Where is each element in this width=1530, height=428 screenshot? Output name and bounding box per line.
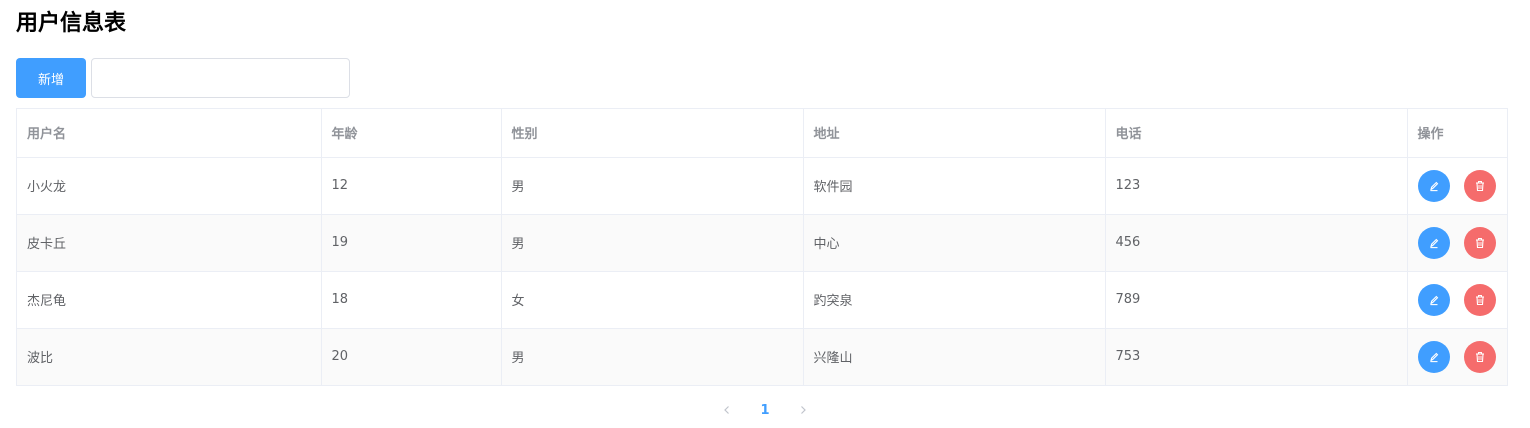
edit-icon xyxy=(1429,352,1438,362)
cell-address: 兴隆山 xyxy=(803,328,1106,385)
column-header-gender: 性别 xyxy=(501,109,804,158)
chevron-left-icon xyxy=(724,406,729,414)
toolbar: 新增 xyxy=(16,58,350,98)
search-input[interactable] xyxy=(91,58,350,98)
cell-age: 19 xyxy=(321,214,502,272)
cell-age: 18 xyxy=(321,271,502,329)
table-row: 波比 20 男 兴隆山 753 xyxy=(17,328,1507,385)
cell-phone: 123 xyxy=(1105,157,1408,215)
next-page-button[interactable] xyxy=(784,398,822,422)
cell-username: 波比 xyxy=(17,328,322,385)
page-number-current[interactable]: 1 xyxy=(746,398,784,422)
pagination: 1 xyxy=(0,398,1530,422)
cell-address: 趵突泉 xyxy=(803,271,1106,329)
cell-actions xyxy=(1407,157,1507,215)
row-actions xyxy=(1417,226,1498,259)
cell-phone: 456 xyxy=(1105,214,1408,272)
chevron-right-icon xyxy=(801,406,806,414)
user-table: 用户名 年龄 性别 地址 电话 操作 小火龙 12 男 软件园 123 皮卡丘 … xyxy=(16,108,1508,386)
row-actions xyxy=(1417,340,1498,373)
prev-page-button[interactable] xyxy=(708,398,746,422)
edit-button[interactable] xyxy=(1417,226,1450,259)
cell-username: 杰尼龟 xyxy=(17,271,322,329)
edit-icon xyxy=(1429,295,1438,305)
delete-button[interactable] xyxy=(1463,226,1496,259)
table-header-row: 用户名 年龄 性别 地址 电话 操作 xyxy=(17,109,1507,158)
delete-button[interactable] xyxy=(1463,340,1496,373)
column-header-address: 地址 xyxy=(803,109,1106,158)
user-info-page: 用户信息表 新增 用户名 年龄 性别 地址 电话 操作 小火龙 12 男 软件园… xyxy=(0,0,1530,428)
delete-icon xyxy=(1475,294,1484,305)
delete-icon xyxy=(1475,180,1484,191)
cell-actions xyxy=(1407,328,1507,385)
column-header-username: 用户名 xyxy=(17,109,322,158)
table-row: 杰尼龟 18 女 趵突泉 789 xyxy=(17,271,1507,329)
cell-username: 小火龙 xyxy=(17,157,322,215)
cell-address: 软件园 xyxy=(803,157,1106,215)
table-row: 小火龙 12 男 软件园 123 xyxy=(17,157,1507,215)
delete-icon xyxy=(1475,237,1484,248)
column-header-actions: 操作 xyxy=(1407,109,1507,158)
page-title: 用户信息表 xyxy=(16,11,127,36)
cell-actions xyxy=(1407,214,1507,272)
cell-gender: 男 xyxy=(501,328,804,385)
cell-address: 中心 xyxy=(803,214,1106,272)
edit-button[interactable] xyxy=(1417,283,1450,316)
table-row: 皮卡丘 19 男 中心 456 xyxy=(17,214,1507,272)
cell-age: 12 xyxy=(321,157,502,215)
cell-phone: 753 xyxy=(1105,328,1408,385)
cell-phone: 789 xyxy=(1105,271,1408,329)
column-header-age: 年龄 xyxy=(321,109,502,158)
edit-button[interactable] xyxy=(1417,340,1450,373)
edit-button[interactable] xyxy=(1417,169,1450,202)
cell-gender: 男 xyxy=(501,157,804,215)
add-button[interactable]: 新增 xyxy=(16,58,86,98)
cell-gender: 女 xyxy=(501,271,804,329)
delete-button[interactable] xyxy=(1463,283,1496,316)
cell-age: 20 xyxy=(321,328,502,385)
row-actions xyxy=(1417,169,1498,202)
delete-button[interactable] xyxy=(1463,169,1496,202)
delete-icon xyxy=(1475,351,1484,362)
cell-gender: 男 xyxy=(501,214,804,272)
cell-username: 皮卡丘 xyxy=(17,214,322,272)
edit-icon xyxy=(1429,238,1438,248)
edit-icon xyxy=(1429,181,1438,191)
cell-actions xyxy=(1407,271,1507,329)
column-header-phone: 电话 xyxy=(1105,109,1408,158)
row-actions xyxy=(1417,283,1498,316)
